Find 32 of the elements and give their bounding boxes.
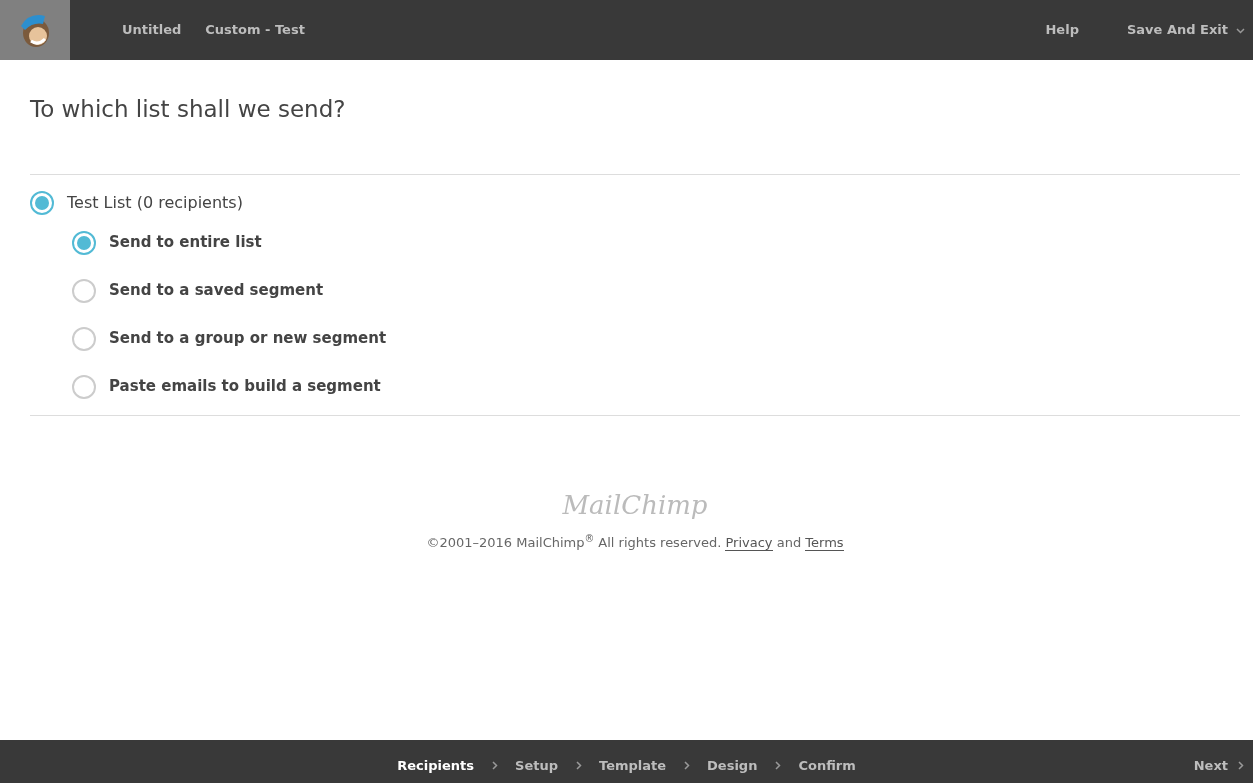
chevron-right-icon [682,761,692,770]
chevron-right-icon [1236,761,1245,770]
segment-option[interactable]: Send to a saved segment [72,278,1240,303]
next-button[interactable]: Next [1193,747,1245,776]
privacy-link[interactable]: Privacy [725,534,773,551]
segment-option[interactable]: Send to a group or new segment [72,326,1240,351]
page-heading: To which list shall we send? [30,96,347,124]
radio-circle[interactable] [72,374,96,399]
segment-option[interactable]: Send to entire list [72,230,1240,255]
terms-link[interactable]: Terms [805,534,844,551]
list-radio[interactable]: Test List (0 recipients) [30,190,243,215]
chevron-right-icon [574,761,583,770]
breadcrumb-link[interactable]: Untitled [122,20,182,40]
radio-circle[interactable] [72,326,96,351]
step-tab[interactable]: Template [599,755,667,776]
step-tab[interactable]: Design [707,755,758,776]
radio-circle[interactable] [72,278,96,303]
chevron-right-icon [490,761,499,770]
logo-tile[interactable] [0,0,70,60]
breadcrumb-link[interactable]: Custom - Test [205,20,305,40]
chevron-down-icon [1236,25,1245,35]
segment-option[interactable]: Paste emails to build a segment [72,374,1240,399]
step-tab[interactable]: Confirm [798,755,856,776]
step-tab[interactable]: Setup [515,755,558,776]
help-link[interactable]: Help [1045,20,1079,40]
chevron-right-icon [773,761,783,770]
radio-circle[interactable] [30,190,54,215]
copyright-text: ©2001–2016 MailChimp$^{®}$ All rights reserved. Privacy and Terms [426,532,844,553]
wordmark-logo: MailChimp [562,488,708,522]
radio-circle[interactable] [72,230,96,255]
step-tab[interactable]: Recipients [397,755,474,776]
save-and-exit-dropdown[interactable]: Save And Exit [1126,20,1245,40]
